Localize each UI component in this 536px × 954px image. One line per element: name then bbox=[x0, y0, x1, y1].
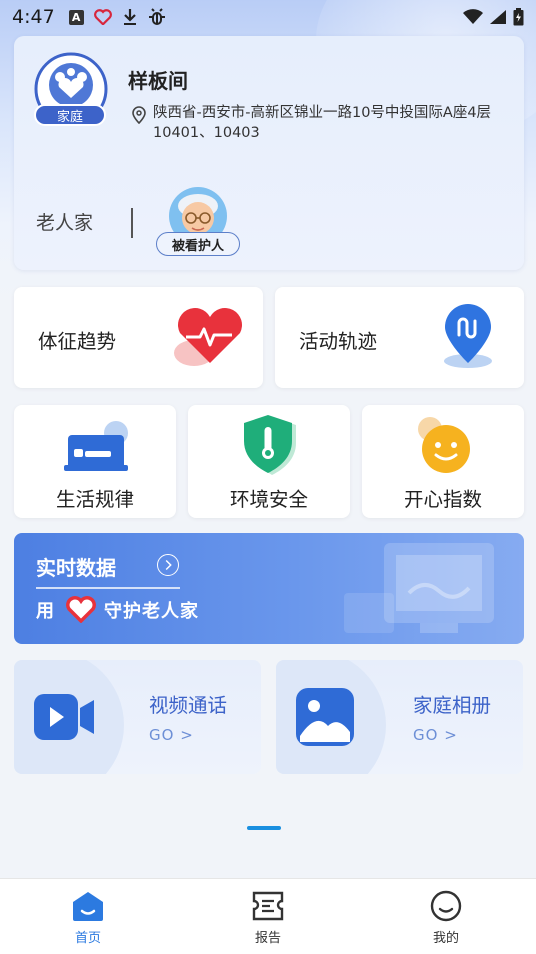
video-call-go[interactable]: GO > bbox=[149, 726, 194, 744]
nav-mine[interactable]: 我的 bbox=[406, 889, 486, 946]
divider bbox=[131, 208, 133, 238]
slogan-prefix: 用 bbox=[36, 601, 54, 622]
location-pin-icon bbox=[132, 106, 146, 124]
room-name: 样板间 bbox=[128, 69, 188, 93]
computer-illustration-icon bbox=[344, 543, 494, 633]
nav-home-label: 首页 bbox=[74, 931, 101, 946]
download-icon bbox=[123, 9, 136, 25]
activity-track-card[interactable]: 活动轨迹 bbox=[275, 287, 524, 388]
bed-icon bbox=[64, 421, 128, 471]
life-pattern-card[interactable]: 生活规律 bbox=[14, 405, 176, 518]
chevron-right-circle-icon[interactable] bbox=[157, 554, 179, 576]
wifi-icon bbox=[463, 9, 483, 24]
photo-album-icon bbox=[296, 688, 354, 746]
battery-icon bbox=[513, 8, 524, 26]
signal-icon bbox=[490, 10, 506, 24]
nav-mine-label: 我的 bbox=[432, 931, 459, 946]
vital-trend-label: 体征趋势 bbox=[38, 330, 117, 353]
family-album-card[interactable]: 家庭相册 GO > bbox=[276, 660, 523, 774]
happiness-index-label: 开心指数 bbox=[403, 488, 482, 511]
elder-label: 老人家 bbox=[36, 212, 94, 234]
vital-trend-card[interactable]: 体征趋势 bbox=[14, 287, 263, 388]
environment-safety-card[interactable]: 环境安全 bbox=[188, 405, 350, 518]
divider bbox=[36, 587, 180, 589]
video-call-card[interactable]: 视频通话 GO > bbox=[14, 660, 261, 774]
map-pin-route-icon bbox=[444, 304, 492, 368]
environment-safety-label: 环境安全 bbox=[229, 488, 308, 511]
family-album-go[interactable]: GO > bbox=[413, 726, 458, 744]
smile-profile-icon bbox=[430, 890, 462, 922]
heart-icon bbox=[66, 596, 96, 623]
heart-icon bbox=[93, 9, 112, 25]
happiness-index-card[interactable]: 开心指数 bbox=[362, 405, 524, 518]
status-time: 4:47 bbox=[12, 6, 55, 28]
nav-report[interactable]: 报告 bbox=[228, 889, 308, 946]
heart-rate-icon bbox=[174, 308, 242, 366]
status-bar: 4:47 A bbox=[0, 0, 536, 34]
address-text: 陕西省-西安市-高新区锦业一路10号中投国际A座4层10401、10403 bbox=[153, 105, 492, 141]
family-album-title: 家庭相册 bbox=[413, 694, 492, 717]
life-pattern-label: 生活规律 bbox=[55, 488, 134, 511]
home-icon bbox=[73, 892, 103, 921]
slogan-suffix: 守护老人家 bbox=[104, 601, 199, 622]
realtime-title: 实时数据 bbox=[36, 556, 116, 580]
family-badge: 家庭 bbox=[34, 104, 106, 126]
report-icon bbox=[252, 891, 284, 921]
realtime-data-banner[interactable]: 实时数据 用 守护老人家 bbox=[14, 533, 524, 644]
nav-report-label: 报告 bbox=[254, 931, 281, 946]
activity-track-label: 活动轨迹 bbox=[299, 330, 378, 353]
bug-icon bbox=[148, 8, 165, 25]
video-camera-icon bbox=[34, 694, 94, 740]
family-card[interactable]: 家庭 样板间 陕西省-西安市-高新区锦业一路10号中投国际A座4层10401、1… bbox=[14, 36, 524, 270]
shield-thermometer-icon bbox=[244, 415, 296, 475]
page-indicator bbox=[247, 826, 281, 830]
video-call-title: 视频通话 bbox=[149, 694, 228, 717]
status-icons-right bbox=[463, 8, 524, 26]
nav-home[interactable]: 首页 bbox=[48, 889, 128, 946]
elder-tag: 被看护人 bbox=[156, 232, 240, 256]
smile-face-icon bbox=[418, 417, 470, 473]
bottom-nav: 首页 报告 我的 bbox=[0, 878, 536, 954]
status-icons-left: A bbox=[68, 8, 166, 26]
notification-a-icon: A bbox=[68, 9, 84, 25]
